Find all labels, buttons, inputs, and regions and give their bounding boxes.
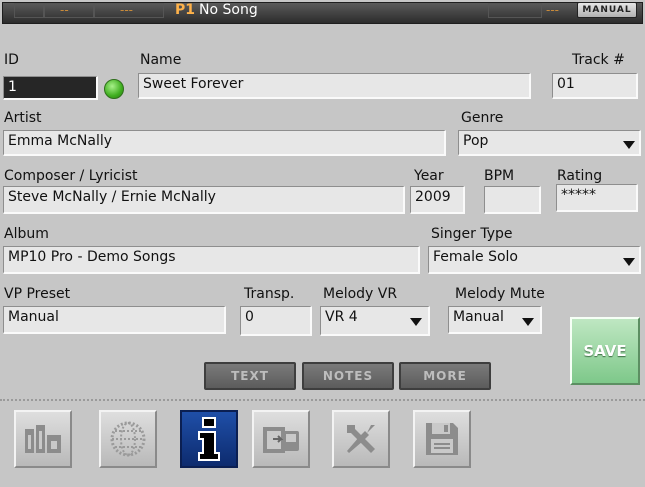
album-label: Album: [4, 226, 49, 242]
genre-value: Pop: [463, 133, 489, 149]
rating-field[interactable]: *****: [556, 184, 638, 212]
topbar-dash-1: --: [60, 3, 69, 17]
melody-mute-label: Melody Mute: [455, 286, 545, 302]
nav-tools-button[interactable]: [332, 410, 390, 468]
artist-label: Artist: [4, 110, 42, 126]
text-tab-button[interactable]: TEXT: [204, 362, 296, 390]
nav-media-transfer-button[interactable]: [252, 410, 310, 468]
year-field[interactable]: 2009: [410, 186, 465, 214]
song-title-display: P1 No Song: [175, 2, 258, 18]
topbar-segment: [44, 3, 94, 18]
divider: [0, 399, 645, 401]
bpm-label: BPM: [484, 168, 515, 184]
melody-vr-value: VR 4: [325, 309, 358, 325]
id-label: ID: [4, 52, 19, 68]
singer-type-dropdown[interactable]: Female Solo: [428, 246, 641, 274]
more-tab-button[interactable]: MORE: [399, 362, 491, 390]
topbar-segment: [14, 3, 44, 18]
nav-save-file-button[interactable]: [413, 410, 471, 468]
singer-type-label: Singer Type: [431, 226, 513, 242]
globe-icon: [110, 421, 146, 457]
slot-label: P1: [175, 2, 196, 18]
nav-globe-button[interactable]: [99, 410, 157, 468]
transp-label: Transp.: [244, 286, 295, 302]
topbar-segment: [488, 3, 542, 18]
save-button[interactable]: SAVE: [570, 317, 640, 385]
info-icon: [198, 417, 220, 461]
nav-library-button[interactable]: [14, 410, 72, 468]
track-field[interactable]: 01: [552, 73, 638, 99]
album-field[interactable]: MP10 Pro - Demo Songs: [3, 246, 420, 274]
topbar-dash-right: ---: [546, 3, 559, 17]
id-field[interactable]: 1: [3, 76, 98, 100]
floppy-disk-icon: [426, 423, 458, 455]
chevron-down-icon[interactable]: [410, 318, 422, 326]
topbar-dash-2: ---: [120, 3, 133, 17]
chevron-down-icon[interactable]: [623, 258, 635, 266]
notes-tab-button[interactable]: NOTES: [302, 362, 394, 390]
melody-vr-label: Melody VR: [323, 286, 398, 302]
vp-preset-field[interactable]: Manual: [3, 306, 226, 334]
chevron-down-icon[interactable]: [623, 141, 635, 149]
tools-icon: [347, 425, 375, 453]
melody-mute-value: Manual: [453, 309, 504, 325]
name-label: Name: [140, 52, 182, 68]
status-led: [104, 79, 124, 99]
genre-label: Genre: [461, 110, 504, 126]
track-label: Track #: [572, 52, 625, 68]
rating-label: Rating: [557, 168, 603, 184]
bpm-field[interactable]: [484, 186, 541, 214]
year-label: Year: [414, 168, 444, 184]
library-icon: [25, 425, 61, 453]
artist-field[interactable]: Emma McNally: [3, 130, 446, 156]
name-field[interactable]: Sweet Forever: [138, 73, 531, 99]
genre-dropdown[interactable]: Pop: [458, 130, 641, 156]
song-label: No Song: [199, 2, 258, 18]
singer-type-value: Female Solo: [433, 249, 518, 265]
composer-field[interactable]: Steve McNally / Ernie McNally: [3, 186, 405, 214]
media-transfer-icon: [263, 427, 299, 453]
composer-label: Composer / Lyricist: [4, 168, 138, 184]
chevron-down-icon[interactable]: [522, 318, 534, 326]
nav-info-button[interactable]: [180, 410, 238, 468]
transp-field[interactable]: 0: [240, 306, 312, 336]
vp-preset-label: VP Preset: [4, 286, 71, 302]
manual-mode-button[interactable]: MANUAL: [577, 2, 637, 18]
